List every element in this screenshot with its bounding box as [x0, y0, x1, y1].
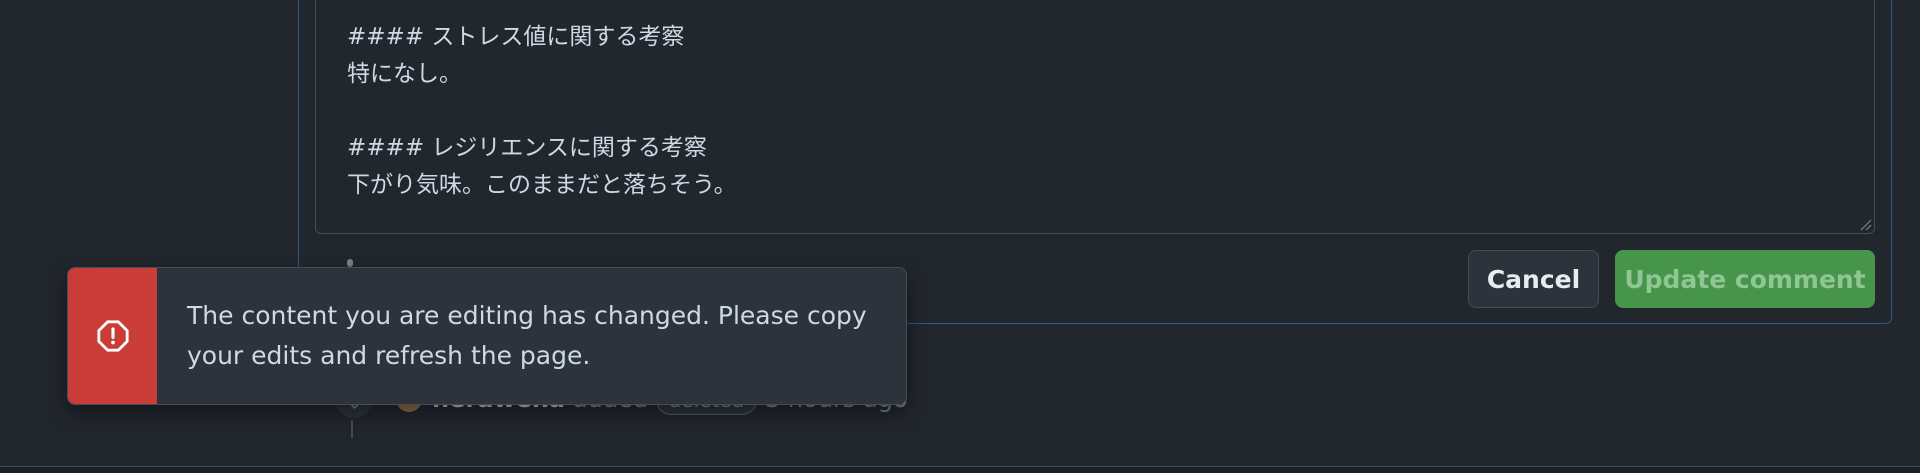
editor-line: #### ストレス値に関する考察	[347, 24, 685, 50]
comment-textarea[interactable]: #### ストレス値に関する考察 特になし。 #### レジリエンスに関する考察…	[315, 0, 1875, 234]
update-comment-button[interactable]: Update comment	[1615, 250, 1875, 308]
editor-line: 特になし。	[347, 61, 462, 87]
hidden-element	[347, 259, 353, 267]
alert-icon	[96, 320, 129, 352]
cancel-button[interactable]: Cancel	[1468, 250, 1599, 308]
editor-line: #### レジリエンスに関する考察	[347, 135, 707, 161]
editor-line: 下がり気味。このままだと落ちそう。	[347, 172, 737, 198]
timeline-connector	[351, 420, 353, 438]
toast-message: The content you are editing has changed.…	[187, 301, 867, 370]
toast-icon-box	[68, 268, 157, 404]
error-toast: The content you are editing has changed.…	[67, 267, 907, 405]
resize-handle-icon[interactable]	[1858, 217, 1872, 231]
